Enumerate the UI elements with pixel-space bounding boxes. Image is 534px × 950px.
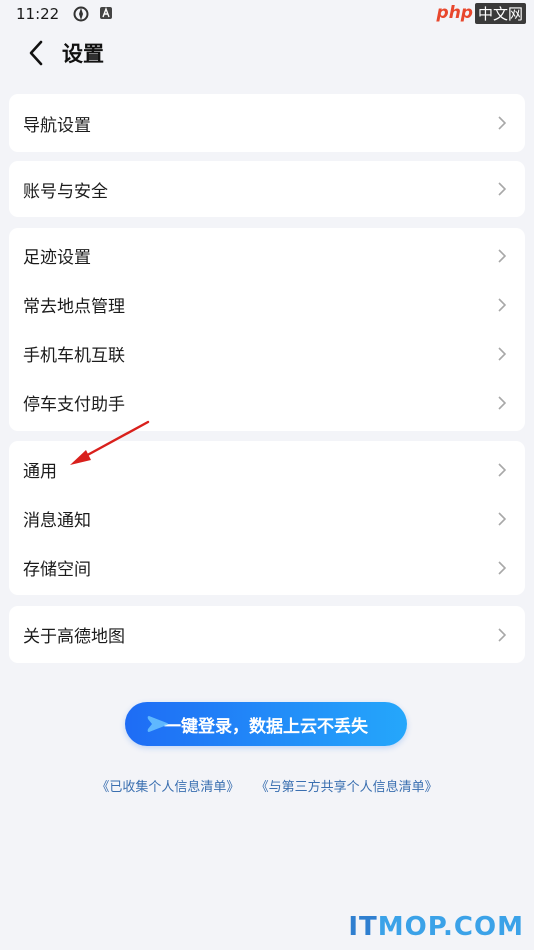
settings-item-footprint[interactable]: 足迹设置 [9,231,525,280]
chevron-right-icon [495,395,509,410]
a-notification-icon [99,6,115,22]
watermark-itmop: ITMOP.COM [348,912,524,942]
settings-item-label: 关于高德地图 [23,627,125,647]
watermark-php-cn: php 中文网 [437,0,526,26]
chevron-right-icon [495,627,509,642]
chevron-right-icon [495,182,509,196]
third-party-share-list-link[interactable]: 《与第三方共享个人信息清单》 [256,780,438,795]
settings-item-about[interactable]: 关于高德地图 [9,606,525,663]
settings-item-label: 足迹设置 [23,248,91,268]
settings-item-phone-car-link[interactable]: 手机车机互联 [9,329,525,378]
settings-item-label: 账号与安全 [23,181,108,202]
chevron-right-icon [495,346,509,361]
watermark-it-text: IT [348,912,378,942]
settings-item-notifications[interactable]: 消息通知 [9,494,525,543]
settings-group-features: 足迹设置 常去地点管理 手机车机互联 停车支付助手 [9,228,525,431]
status-time: 11:22 [16,5,60,23]
settings-item-label: 停车支付助手 [23,395,125,415]
settings-item-general[interactable]: 通用 [9,445,525,494]
chevron-right-icon [495,297,509,312]
settings-item-parking-payment[interactable]: 停车支付助手 [9,378,525,427]
back-button[interactable] [16,33,56,73]
android-os-icon [73,6,89,22]
settings-item-label: 常去地点管理 [23,297,125,317]
chevron-right-icon [495,511,509,526]
settings-group-general: 通用 消息通知 存储空间 [9,441,525,595]
watermark-cn-text: 中文网 [474,2,526,24]
page-title: 设置 [62,42,104,66]
chevron-right-icon [495,462,509,477]
one-click-login-button[interactable]: 一键登录，数据上云不丢失 [125,702,407,746]
settings-group-account: 账号与安全 [9,161,525,217]
settings-item-storage[interactable]: 存储空间 [9,543,525,592]
settings-group-about: 关于高德地图 [9,606,525,663]
watermark-php-text: php [436,3,473,23]
play-icon [147,716,168,732]
back-arrow-icon [29,40,43,66]
settings-item-label: 消息通知 [23,511,91,531]
settings-item-label: 存储空间 [23,560,91,580]
settings-item-label: 通用 [23,462,57,482]
settings-item-navigation[interactable]: 导航设置 [9,94,525,152]
login-button-label: 一键登录，数据上云不丢失 [164,716,368,737]
chevron-right-icon [495,560,509,575]
settings-item-label: 手机车机互联 [23,346,125,366]
collected-info-list-link[interactable]: 《已收集个人信息清单》 [96,780,239,795]
chevron-right-icon [495,248,509,263]
settings-item-label: 导航设置 [23,115,91,136]
settings-group-navigation: 导航设置 [9,94,525,152]
title-bar: 设置 [0,30,534,76]
watermark-mop-text: MOP.COM [377,912,524,942]
settings-item-frequent-places[interactable]: 常去地点管理 [9,280,525,329]
privacy-links: 《已收集个人信息清单》 《与第三方共享个人信息清单》 [0,776,534,795]
settings-item-account-security[interactable]: 账号与安全 [9,161,525,217]
chevron-right-icon [495,116,509,130]
